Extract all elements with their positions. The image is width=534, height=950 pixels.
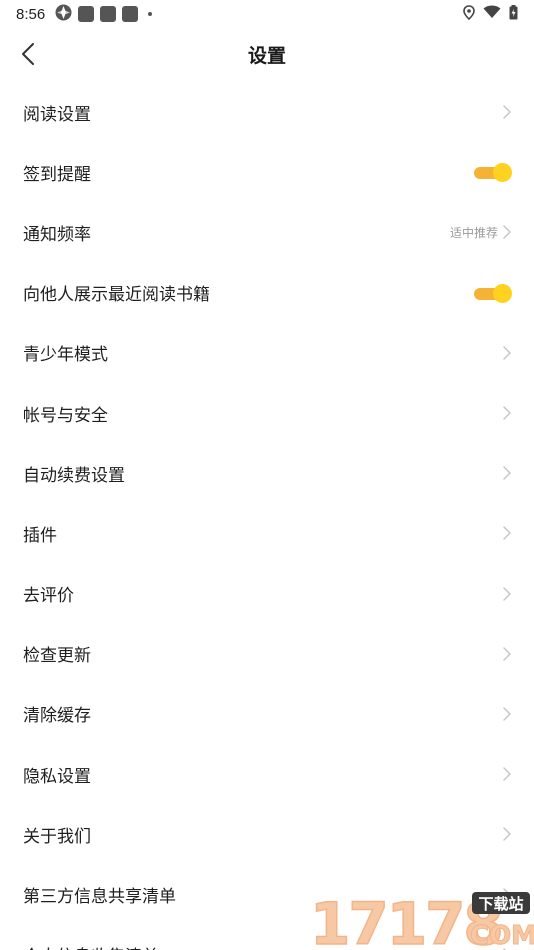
settings-row-label: 帐号与安全	[23, 405, 108, 426]
settings-row[interactable]: 帐号与安全	[0, 383, 534, 443]
chevron-right-icon	[502, 345, 512, 361]
settings-row[interactable]: 向他人展示最近阅读书籍	[0, 263, 534, 323]
settings-row-label: 检查更新	[23, 646, 91, 667]
settings-row[interactable]: 清除缓存	[0, 684, 534, 744]
settings-row[interactable]: 签到提醒	[0, 142, 534, 202]
chevron-right-icon	[502, 826, 512, 842]
header-bar: 设置	[0, 28, 534, 84]
wifi-icon	[483, 5, 501, 23]
settings-row-value: 适中推荐	[449, 225, 498, 240]
settings-row[interactable]: 自动续费设置	[0, 443, 534, 503]
settings-row-label: 向他人展示最近阅读书籍	[23, 285, 210, 306]
status-notification-icons	[55, 4, 153, 25]
settings-row-label: 阅读设置	[23, 104, 91, 125]
settings-row-label: 去评价	[23, 586, 74, 607]
toggle-switch[interactable]	[474, 283, 512, 303]
app-icon	[55, 4, 72, 25]
settings-row[interactable]: 通知频率 适中推荐	[0, 202, 534, 262]
settings-row[interactable]: 隐私设置	[0, 744, 534, 804]
page-title: 设置	[247, 45, 286, 67]
chevron-right-icon	[502, 766, 512, 782]
status-system-icons	[463, 4, 518, 24]
settings-row-label: 清除缓存	[23, 706, 91, 727]
settings-screen: 8:56 设置 阅读设置 签到提醒 通知频率 适中推荐 向他人展示最近阅读书籍 …	[0, 0, 534, 950]
settings-row[interactable]: 插件	[0, 503, 534, 563]
notification-square-icon	[100, 6, 117, 22]
toggle-knob	[493, 163, 512, 183]
more-dot-icon	[148, 12, 153, 16]
chevron-right-icon	[502, 586, 512, 602]
chevron-right-icon	[502, 706, 512, 722]
settings-row-label: 关于我们	[23, 826, 91, 847]
toggle-knob	[493, 283, 512, 303]
chevron-right-icon	[502, 405, 512, 421]
battery-charging-icon	[509, 4, 518, 24]
settings-row-label: 青少年模式	[23, 345, 108, 366]
status-bar: 8:56	[0, 0, 534, 28]
settings-row-label: 自动续费设置	[23, 465, 125, 486]
chevron-right-icon	[502, 104, 512, 120]
settings-row[interactable]: 阅读设置	[0, 82, 534, 142]
location-icon	[463, 4, 475, 24]
settings-row[interactable]: 去评价	[0, 564, 534, 624]
chevron-right-icon	[502, 525, 512, 541]
settings-row-label: 签到提醒	[23, 164, 91, 185]
chevron-right-icon	[502, 224, 512, 240]
chevron-right-icon	[502, 465, 512, 481]
status-time: 8:56	[16, 5, 46, 23]
settings-row-label: 隐私设置	[23, 766, 91, 787]
toggle-switch[interactable]	[474, 163, 512, 183]
settings-row[interactable]: 关于我们	[0, 804, 534, 864]
watermark-badge: 下载站	[478, 895, 523, 913]
settings-row-label: 插件	[23, 525, 57, 546]
chevron-right-icon	[502, 646, 512, 662]
settings-row-label: 通知频率	[23, 224, 91, 245]
watermark-suffix: COM	[470, 921, 534, 950]
settings-row[interactable]: 检查更新	[0, 624, 534, 684]
settings-row[interactable]: 青少年模式	[0, 323, 534, 383]
settings-list: 阅读设置签到提醒通知频率 适中推荐向他人展示最近阅读书籍 青少年模式帐号与安全自动续…	[0, 82, 534, 950]
notification-square-icon	[122, 6, 139, 22]
site-watermark: 17178 下载站 COM	[304, 884, 534, 950]
notification-square-icon	[78, 6, 95, 22]
